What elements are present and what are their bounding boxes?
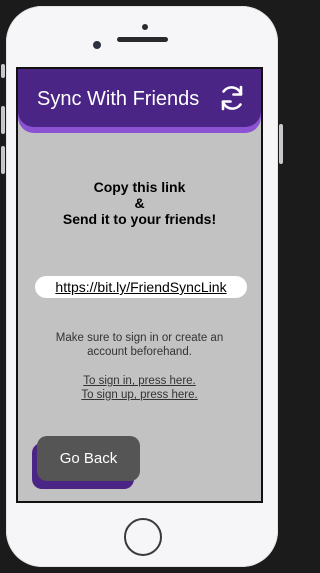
app-header: Sync With Friends <box>18 69 261 127</box>
sign-in-link[interactable]: To sign in, press here. <box>18 374 261 388</box>
sign-up-link[interactable]: To sign up, press here. <box>18 388 261 402</box>
sign-in-notice: Make sure to sign in or create an accoun… <box>55 332 224 358</box>
earpiece-speaker <box>117 37 168 42</box>
front-camera <box>93 41 101 49</box>
proximity-sensor <box>142 24 148 30</box>
phone-side-button <box>1 64 5 78</box>
page-title: Sync With Friends <box>37 88 200 110</box>
go-back-button[interactable]: Go Back <box>37 436 140 481</box>
instruction-line: & <box>134 195 145 211</box>
refresh-icon[interactable] <box>217 83 247 113</box>
phone-side-button <box>1 146 5 174</box>
auth-links: To sign in, press here. To sign up, pres… <box>18 374 261 402</box>
share-link[interactable]: https://bit.ly/FriendSyncLink <box>35 276 247 298</box>
share-instructions: Copy this link & Send it to your friends… <box>18 179 261 227</box>
instruction-line: Copy this link <box>93 179 186 195</box>
phone-side-button <box>1 106 5 134</box>
app-screen: Sync With Friends Copy this link & Send … <box>16 67 263 503</box>
home-button[interactable] <box>124 518 162 556</box>
phone-side-button <box>279 124 283 164</box>
instruction-line: Send it to your friends! <box>62 211 217 227</box>
